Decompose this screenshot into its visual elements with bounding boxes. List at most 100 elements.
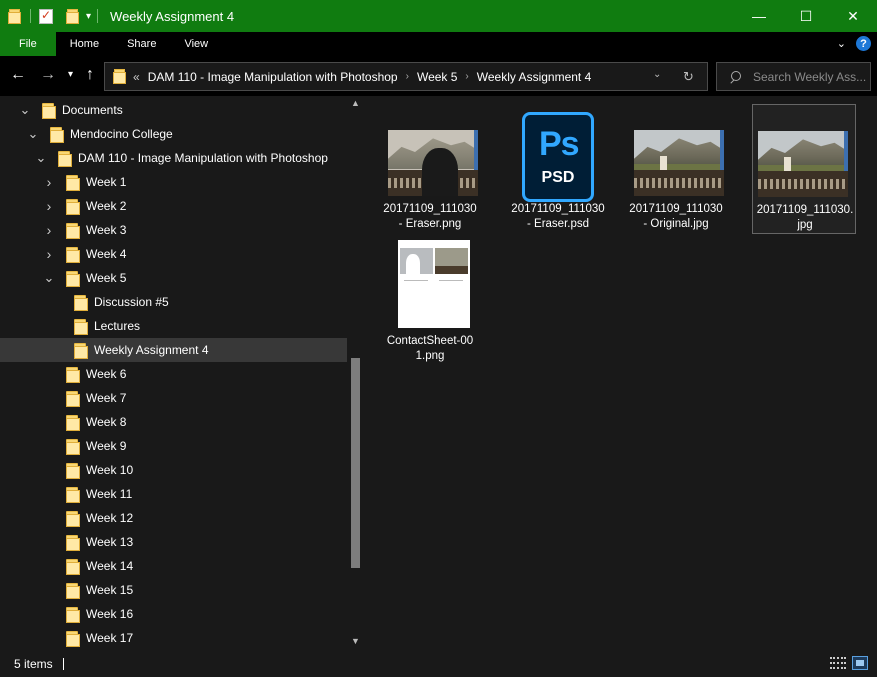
file-name: 20171109_111030- Original.jpg bbox=[629, 203, 723, 230]
chevron-down-icon[interactable]: ⌄ bbox=[20, 98, 31, 122]
breadcrumb-overflow[interactable]: « bbox=[133, 70, 140, 84]
separator bbox=[59, 9, 60, 23]
tree-item[interactable]: Lectures bbox=[0, 314, 347, 338]
folder-icon bbox=[66, 439, 80, 455]
tab-view[interactable]: View bbox=[170, 32, 222, 56]
chevron-down-icon[interactable]: ⌄ bbox=[36, 146, 47, 170]
scroll-up-icon[interactable]: ▲ bbox=[351, 98, 360, 108]
chevron-right-icon[interactable]: › bbox=[406, 71, 409, 82]
quick-access-toolbar: ▾ bbox=[0, 8, 104, 24]
scroll-down-icon[interactable]: ▼ bbox=[351, 636, 360, 646]
chevron-right-icon[interactable]: › bbox=[44, 194, 54, 218]
recent-locations-chevron-icon[interactable]: ▾ bbox=[68, 66, 73, 84]
folder-icon bbox=[66, 271, 80, 287]
minimize-button[interactable]: — bbox=[736, 0, 782, 32]
item-count: 5 items bbox=[14, 656, 53, 671]
tree-item-label: Lectures bbox=[94, 319, 141, 333]
tree-item[interactable]: ⌄ Mendocino College bbox=[0, 122, 347, 146]
status-bar: 5 items bbox=[0, 650, 877, 677]
customize-toolbar-icon[interactable]: ▾ bbox=[86, 11, 91, 22]
tree-item[interactable]: ⌄ DAM 110 - Image Manipulation with Photo… bbox=[0, 146, 347, 170]
tree-item-label: DAM 110 - Image Manipulation with Photos… bbox=[78, 151, 328, 165]
breadcrumb-week5[interactable]: Week 5 bbox=[417, 70, 457, 84]
tree-item[interactable]: Week 11 bbox=[0, 482, 347, 506]
tree-item[interactable]: Week 17 bbox=[0, 626, 347, 650]
scrollbar-thumb[interactable] bbox=[351, 358, 360, 568]
tree-item-label: Week 8 bbox=[86, 415, 127, 429]
chevron-right-icon[interactable]: › bbox=[44, 218, 54, 242]
tree-item-label: Week 1 bbox=[86, 175, 127, 189]
tree-item[interactable]: Discussion #5 bbox=[0, 290, 347, 314]
tree-item-label: Week 5 bbox=[86, 271, 127, 285]
separator bbox=[30, 9, 31, 23]
properties-icon[interactable] bbox=[39, 8, 53, 24]
tree-item[interactable]: Week 9 bbox=[0, 434, 347, 458]
large-icons-view-icon[interactable] bbox=[852, 656, 868, 670]
tree-item[interactable]: › Week 4 bbox=[0, 242, 347, 266]
file-item[interactable]: Ps PSD 20171109_111030- Eraser.psd bbox=[506, 112, 610, 248]
folder-icon bbox=[66, 535, 80, 551]
address-toolbar: ← → ▾ ↑ « DAM 110 - Image Manipulation w… bbox=[0, 56, 877, 96]
help-icon[interactable]: ? bbox=[856, 36, 871, 51]
new-folder-icon[interactable] bbox=[66, 8, 80, 24]
file-item[interactable]: 20171109_111030- Eraser.png bbox=[378, 118, 482, 248]
folder-icon bbox=[66, 199, 80, 215]
tree-item[interactable]: ⌄ Week 5 bbox=[0, 266, 347, 290]
tree-item[interactable]: Week 12 bbox=[0, 506, 347, 530]
file-name: 20171109_111030. jpg bbox=[756, 204, 854, 231]
tab-file[interactable]: File bbox=[0, 32, 56, 56]
tree-item[interactable]: Week 15 bbox=[0, 578, 347, 602]
chevron-right-icon[interactable]: › bbox=[44, 242, 54, 266]
folder-icon bbox=[66, 247, 80, 263]
search-input[interactable]: Search Weekly Ass... bbox=[716, 62, 871, 91]
tree-item[interactable]: Week 7 bbox=[0, 386, 347, 410]
close-button[interactable]: ✕ bbox=[830, 0, 876, 32]
tree-item[interactable]: Week 10 bbox=[0, 458, 347, 482]
chevron-right-icon[interactable]: › bbox=[44, 170, 54, 194]
folder-icon bbox=[66, 391, 80, 407]
address-dropdown-icon[interactable]: ⌄ bbox=[653, 69, 661, 80]
chevron-down-icon[interactable]: ⌄ bbox=[44, 266, 55, 290]
file-name: 20171109_111030- Eraser.png bbox=[383, 203, 477, 230]
back-arrow-icon[interactable]: ← bbox=[10, 66, 26, 84]
tree-item[interactable]: ⌄ Documents bbox=[0, 98, 347, 122]
details-view-icon[interactable] bbox=[830, 656, 846, 670]
tree-item[interactable]: Week 16 bbox=[0, 602, 347, 626]
file-item[interactable]: ContactSheet-00 1.png bbox=[378, 240, 482, 380]
breadcrumb-dam110[interactable]: DAM 110 - Image Manipulation with Photos… bbox=[148, 70, 398, 84]
tree-item-label: Week 4 bbox=[86, 247, 127, 261]
tree-item[interactable]: Week 8 bbox=[0, 410, 347, 434]
file-item[interactable]: 20171109_111030- Original.jpg bbox=[624, 118, 728, 248]
folder-icon bbox=[66, 367, 80, 383]
forward-arrow-icon[interactable]: → bbox=[40, 66, 56, 84]
tab-share[interactable]: Share bbox=[113, 32, 170, 56]
tree-item[interactable]: Weekly Assignment 4 bbox=[0, 338, 347, 362]
file-item-selected[interactable]: 20171109_111030. jpg bbox=[752, 104, 856, 234]
tree-item[interactable]: › Week 2 bbox=[0, 194, 347, 218]
tree-item-label: Week 3 bbox=[86, 223, 127, 237]
image-thumbnail bbox=[758, 131, 848, 197]
refresh-icon[interactable]: ↻ bbox=[683, 69, 694, 85]
tab-home[interactable]: Home bbox=[56, 32, 113, 56]
tree-item[interactable]: › Week 3 bbox=[0, 218, 347, 242]
chevron-right-icon[interactable]: › bbox=[465, 71, 468, 82]
breadcrumb-weekly-assignment-4[interactable]: Weekly Assignment 4 bbox=[477, 70, 592, 84]
maximize-button[interactable]: ☐ bbox=[783, 0, 829, 32]
tree-item[interactable]: Week 6 bbox=[0, 362, 347, 386]
address-bar[interactable]: « DAM 110 - Image Manipulation with Phot… bbox=[104, 62, 708, 91]
tree-item-label: Week 17 bbox=[86, 631, 134, 645]
chevron-down-icon[interactable]: ⌄ bbox=[28, 122, 39, 146]
image-thumbnail bbox=[634, 130, 724, 196]
tree-item-label: Discussion #5 bbox=[94, 295, 169, 309]
expand-ribbon-icon[interactable]: ⌄ bbox=[837, 37, 846, 50]
folder-icon bbox=[74, 343, 88, 359]
folder-icon bbox=[74, 319, 88, 335]
tree-item[interactable]: Week 13 bbox=[0, 530, 347, 554]
tree-item[interactable]: Week 14 bbox=[0, 554, 347, 578]
up-arrow-icon[interactable]: ↑ bbox=[86, 66, 94, 84]
tree-item-label: Week 11 bbox=[86, 487, 133, 501]
folder-icon bbox=[66, 511, 80, 527]
tree-item[interactable]: › Week 1 bbox=[0, 170, 347, 194]
file-list: 20171109_111030- Eraser.png Ps PSD 20171… bbox=[368, 96, 877, 650]
vertical-scrollbar[interactable]: ▲ ▼ bbox=[348, 96, 364, 650]
